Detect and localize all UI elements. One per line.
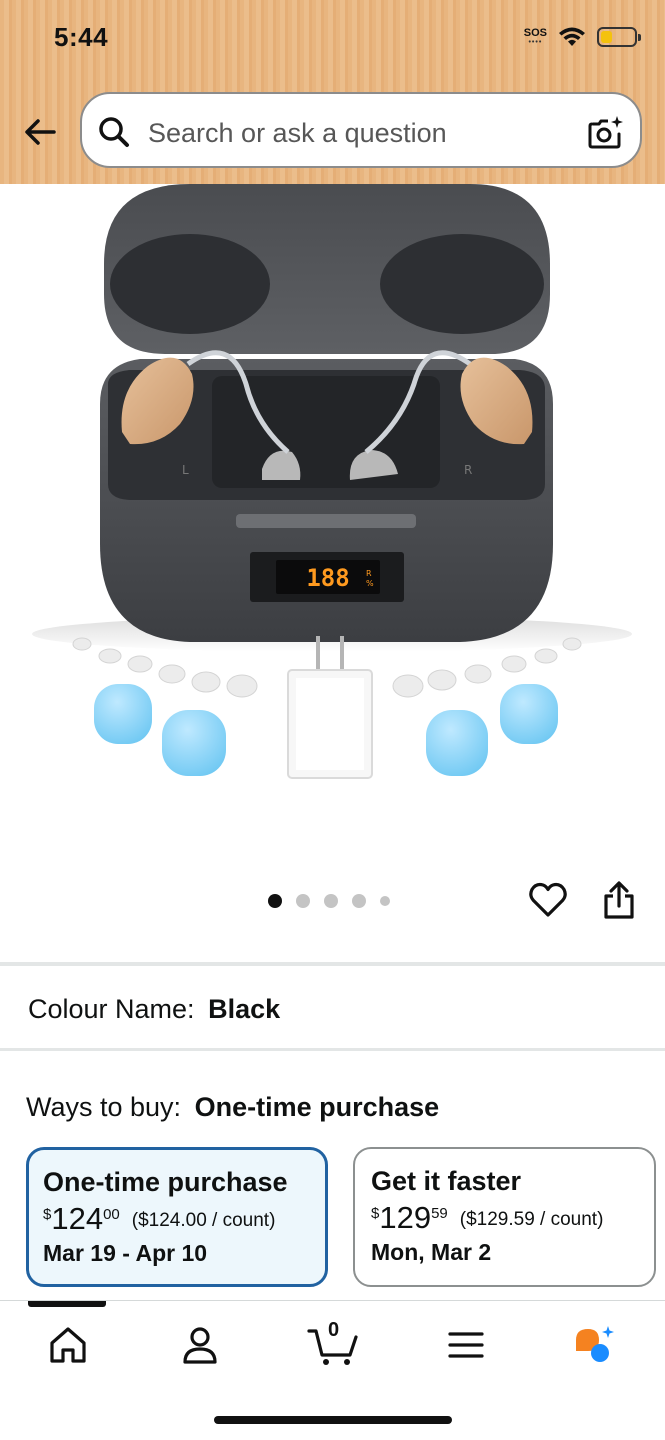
unit-price: ($129.59 / count) — [459, 1209, 604, 1230]
home-indicator — [214, 1416, 452, 1424]
active-tab-indicator — [28, 1301, 106, 1307]
unit-price: ($124.00 / count) — [131, 1210, 276, 1231]
ways-to-buy-label: Ways to buy: — [26, 1092, 182, 1122]
led-percent-label: % — [366, 579, 374, 588]
product-image[interactable]: L R 188 R % — [0, 184, 665, 864]
section-divider — [0, 962, 665, 966]
carousel-dot[interactable] — [296, 894, 310, 908]
section-divider — [0, 1048, 665, 1051]
menu-icon[interactable] — [444, 1323, 488, 1367]
battery-icon — [597, 27, 641, 47]
back-arrow-icon[interactable] — [20, 112, 60, 152]
sos-label: SOS — [523, 27, 547, 39]
search-bar[interactable]: Search or ask a question — [80, 92, 642, 168]
one-time-purchase-option[interactable]: One-time purchase $ 124 00 ($124.00 / co… — [26, 1147, 328, 1287]
sos-indicator: SOS •••• — [523, 27, 547, 47]
price-whole: 124 — [51, 1201, 104, 1236]
carousel-dot[interactable] — [268, 894, 282, 908]
heart-icon[interactable] — [528, 880, 568, 920]
status-time: 5:44 — [54, 22, 109, 52]
signal-dots: •••• — [528, 39, 543, 46]
app-header: 5:44 SOS •••• Search or ask a question — [0, 0, 665, 184]
price-fraction: 00 — [103, 1206, 120, 1223]
price-fraction: 59 — [431, 1205, 448, 1222]
colour-selection: Colour Name: Black — [28, 994, 280, 1025]
option-title: One-time purchase — [43, 1167, 288, 1197]
rufus-assistant-icon[interactable] — [572, 1323, 616, 1367]
account-icon[interactable] — [178, 1323, 222, 1367]
option-title: Get it faster — [371, 1166, 522, 1196]
search-icon — [99, 117, 129, 147]
carousel-dot[interactable] — [380, 896, 390, 906]
search-input[interactable]: Search or ask a question — [148, 118, 447, 149]
get-it-faster-option[interactable]: Get it faster $ 129 59 ($129.59 / count)… — [353, 1147, 656, 1287]
image-carousel-controls — [0, 870, 665, 930]
share-icon[interactable] — [602, 880, 636, 920]
carousel-dots — [268, 894, 390, 908]
price-whole: 129 — [379, 1200, 432, 1235]
colour-value: Black — [208, 994, 281, 1024]
delivery-date: Mar 19 - Apr 10 — [43, 1240, 208, 1266]
price-currency: $ — [371, 1205, 380, 1222]
battery-fill — [601, 31, 612, 43]
home-icon[interactable] — [46, 1323, 90, 1367]
led-display-readout: 188 — [306, 564, 349, 592]
ways-to-buy-selected: One-time purchase — [194, 1092, 440, 1122]
option-price: $ 129 59 ($129.59 / count) — [371, 1201, 640, 1235]
wifi-icon — [559, 27, 585, 46]
cart-count: 0 — [328, 1319, 340, 1341]
led-r-label: R — [366, 569, 372, 578]
status-indicators: SOS •••• — [523, 26, 641, 48]
hearing-aid-case-illustration: L R 188 R % — [32, 184, 632, 779]
camera-lens-icon[interactable] — [586, 112, 626, 152]
option-price: $ 124 00 ($124.00 / count) — [43, 1202, 311, 1236]
right-side-label: R — [464, 463, 472, 477]
colour-label: Colour Name: — [28, 994, 195, 1024]
price-currency: $ — [43, 1206, 52, 1223]
carousel-dot[interactable] — [352, 894, 366, 908]
carousel-dot[interactable] — [324, 894, 338, 908]
delivery-date: Mon, Mar 2 — [371, 1239, 492, 1265]
ways-to-buy-heading: Ways to buy: One-time purchase — [26, 1092, 439, 1123]
left-side-label: L — [182, 463, 189, 477]
cart-button[interactable]: 0 — [306, 1319, 362, 1367]
